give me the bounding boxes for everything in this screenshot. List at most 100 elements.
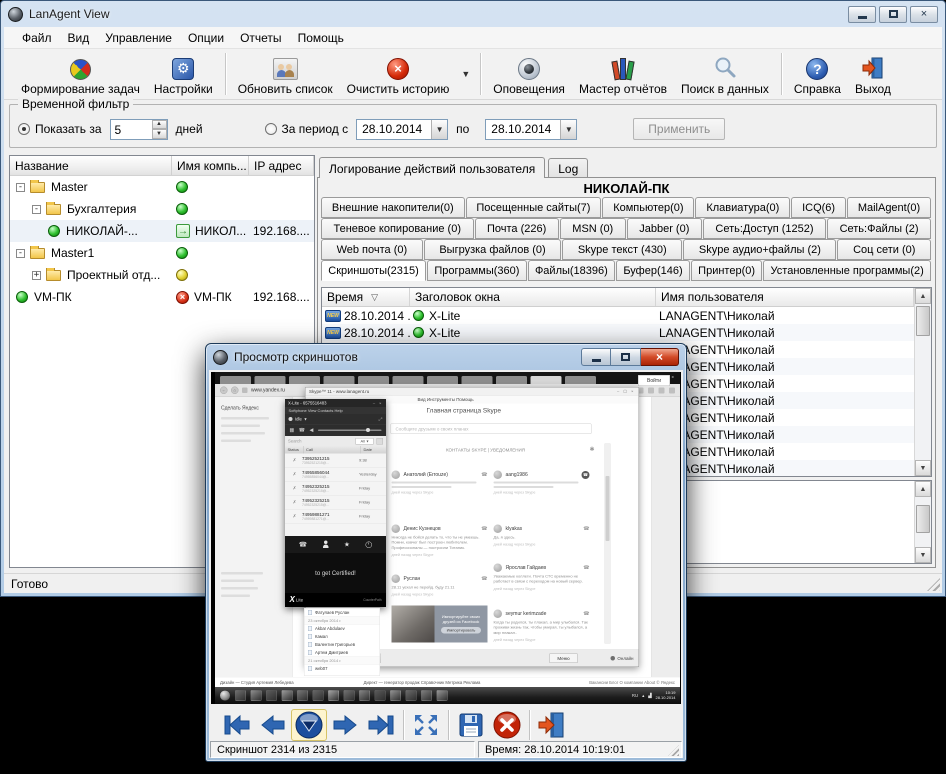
menu-item-0[interactable]: Файл [14, 28, 60, 48]
viewer-titlebar[interactable]: Просмотр скриншотов × [206, 344, 686, 370]
next-screenshot-button[interactable] [327, 709, 363, 741]
chevron-down-icon[interactable]: ▼ [431, 120, 447, 139]
resize-grip[interactable] [927, 578, 940, 591]
subtab-0-3[interactable]: Клавиатура(0) [695, 197, 790, 218]
tree-expander-icon[interactable]: - [16, 249, 25, 258]
subtab-1-1[interactable]: Почта (226) [475, 218, 559, 239]
subtab-0-0[interactable]: Внешние накопители(0) [321, 197, 465, 218]
toolbar-button-data-search[interactable]: Поиск в данных [674, 51, 776, 98]
scroll-thumb[interactable] [916, 505, 930, 533]
menu-item-5[interactable]: Помощь [290, 28, 352, 48]
toolbar-button-tasks-pinwheel[interactable]: Формирование задач [14, 51, 147, 98]
table-scrollbar[interactable]: ▲ ▼ [914, 288, 931, 476]
fit-screenshot-button[interactable] [408, 709, 444, 741]
toolbar-button-refresh-list[interactable]: Обновить список [231, 51, 340, 98]
tree-header-computer[interactable]: Имя компь... [172, 156, 249, 175]
menu-item-2[interactable]: Управление [97, 28, 180, 48]
previous-screenshot-button[interactable] [255, 709, 291, 741]
toolbar-button-alerts-eye[interactable]: Оповещения [486, 51, 572, 98]
subtab-1-3[interactable]: Jabber (0) [627, 218, 702, 239]
subtab-0-1[interactable]: Посещенные сайты(7) [466, 197, 602, 218]
close-button[interactable]: × [910, 6, 938, 23]
viewer-minimize-button[interactable] [581, 348, 611, 366]
tree-header-ip[interactable]: IP адрес [249, 156, 314, 175]
tree-row-1[interactable]: -Бухгалтерия [10, 198, 314, 220]
subtab-0-2[interactable]: Компьютер(0) [602, 197, 694, 218]
table-row[interactable]: NEW28.10.2014 ...X-LiteLANAGENT\Николай [322, 307, 914, 324]
tab-logging[interactable]: Логирование действий пользователя [319, 157, 545, 178]
date-to-combo[interactable]: 28.10.2014 ▼ [485, 119, 577, 140]
days-value[interactable]: 5 [111, 120, 152, 139]
menu-item-4[interactable]: Отчеты [232, 28, 289, 48]
radio-period[interactable]: За период с [265, 122, 349, 136]
subtab-1-2[interactable]: MSN (0) [560, 218, 626, 239]
apply-button[interactable]: Применить [633, 118, 725, 140]
main-titlebar[interactable]: LanAgent View × [1, 1, 945, 27]
play-screenshot-button[interactable] [291, 709, 327, 741]
subtab-0-5[interactable]: MailAgent(0) [847, 197, 931, 218]
first-screenshot-button[interactable] [219, 709, 255, 741]
scroll-thumb[interactable] [916, 306, 930, 336]
subtab-3-5[interactable]: Установленные программы(2) [763, 260, 931, 281]
tab-log[interactable]: Log [548, 158, 588, 178]
app-icon [213, 350, 228, 365]
tree-expander-icon[interactable]: - [32, 205, 41, 214]
toolbar-button-help[interactable]: ?Справка [787, 51, 848, 98]
tree-expander-icon[interactable]: + [32, 271, 41, 280]
subtab-2-4[interactable]: Соц сети (0) [837, 239, 931, 260]
tree-row-0[interactable]: -Master [10, 176, 314, 198]
radio-dot[interactable] [265, 123, 277, 135]
subtab-3-2[interactable]: Файлы(18396) [528, 260, 615, 281]
table-header-1[interactable]: Заголовок окна [410, 288, 656, 306]
tree-row-3[interactable]: -Master1 [10, 242, 314, 264]
preview-scrollbar[interactable]: ▲ ▼ [914, 481, 931, 563]
toolbar-button-report-wizard[interactable]: Мастер отчётов [572, 51, 674, 98]
scroll-up-icon[interactable]: ▲ [915, 288, 931, 304]
save-screenshot-button[interactable] [453, 709, 489, 741]
dropdown-arrow-icon[interactable]: ▼ [456, 69, 475, 79]
viewer-close-button[interactable]: × [641, 348, 679, 366]
scroll-up-icon[interactable]: ▲ [915, 481, 931, 497]
days-spinner[interactable]: 5 ▲▼ [110, 119, 168, 140]
radio-show-last-days[interactable]: Показать за [18, 122, 102, 136]
tree-row-4[interactable]: +Проектный отд... [10, 264, 314, 286]
subtab-2-2[interactable]: Skype текст (430) [562, 239, 682, 260]
toolbar-button-clear-history[interactable]: ×Очистить историю [340, 51, 457, 98]
chevron-down-icon[interactable]: ▼ [560, 120, 576, 139]
menu-item-3[interactable]: Опции [180, 28, 232, 48]
spin-down-icon[interactable]: ▼ [152, 129, 167, 139]
exit-screenshot-button[interactable] [534, 709, 570, 741]
resize-grip[interactable] [668, 745, 679, 756]
subtab-0-4[interactable]: ICQ(6) [791, 197, 846, 218]
spin-up-icon[interactable]: ▲ [152, 120, 167, 130]
subtab-3-3[interactable]: Буфер(146) [616, 260, 690, 281]
toolbar-button-settings-wrench[interactable]: ⚙Настройки [147, 51, 220, 98]
viewer-maximize-button[interactable] [611, 348, 641, 366]
subtab-1-5[interactable]: Сеть:Файлы (2) [827, 218, 931, 239]
radio-dot[interactable] [18, 123, 30, 135]
subtab-1-4[interactable]: Сеть:Доступ (1252) [703, 218, 826, 239]
table-header-0[interactable]: Время▽ [322, 288, 410, 306]
last-screenshot-button[interactable] [363, 709, 399, 741]
subtab-2-1[interactable]: Выгрузка файлов (0) [424, 239, 562, 260]
tree-expander-icon[interactable]: - [16, 183, 25, 192]
tree-row-2[interactable]: НИКОЛАЙ-...→НИКОЛ...192.168.... [10, 220, 314, 242]
tree-header-name[interactable]: Название [10, 156, 172, 175]
subtab-2-0[interactable]: Web почта (0) [321, 239, 423, 260]
scroll-down-icon[interactable]: ▼ [915, 460, 931, 476]
delete-screenshot-button[interactable] [489, 709, 525, 741]
table-row[interactable]: NEW28.10.2014 ...X-LiteLANAGENT\Николай [322, 324, 914, 341]
maximize-button[interactable] [879, 6, 907, 23]
minimize-button[interactable] [848, 6, 876, 23]
date-from-combo[interactable]: 28.10.2014 ▼ [356, 119, 448, 140]
scroll-down-icon[interactable]: ▼ [915, 547, 931, 563]
table-header-2[interactable]: Имя пользователя [656, 288, 914, 306]
subtab-3-0[interactable]: Скриншоты(2315) [321, 260, 426, 281]
subtab-3-1[interactable]: Программы(360) [427, 260, 527, 281]
tree-row-5[interactable]: VM-ПК×VM-ПК192.168.... [10, 286, 314, 308]
subtab-3-4[interactable]: Принтер(0) [691, 260, 762, 281]
menu-item-1[interactable]: Вид [60, 28, 98, 48]
subtab-2-3[interactable]: Skype аудио+файлы (2) [683, 239, 836, 260]
toolbar-button-exit-door[interactable]: Выход [848, 51, 898, 98]
subtab-1-0[interactable]: Теневое копирование (0) [321, 218, 474, 239]
